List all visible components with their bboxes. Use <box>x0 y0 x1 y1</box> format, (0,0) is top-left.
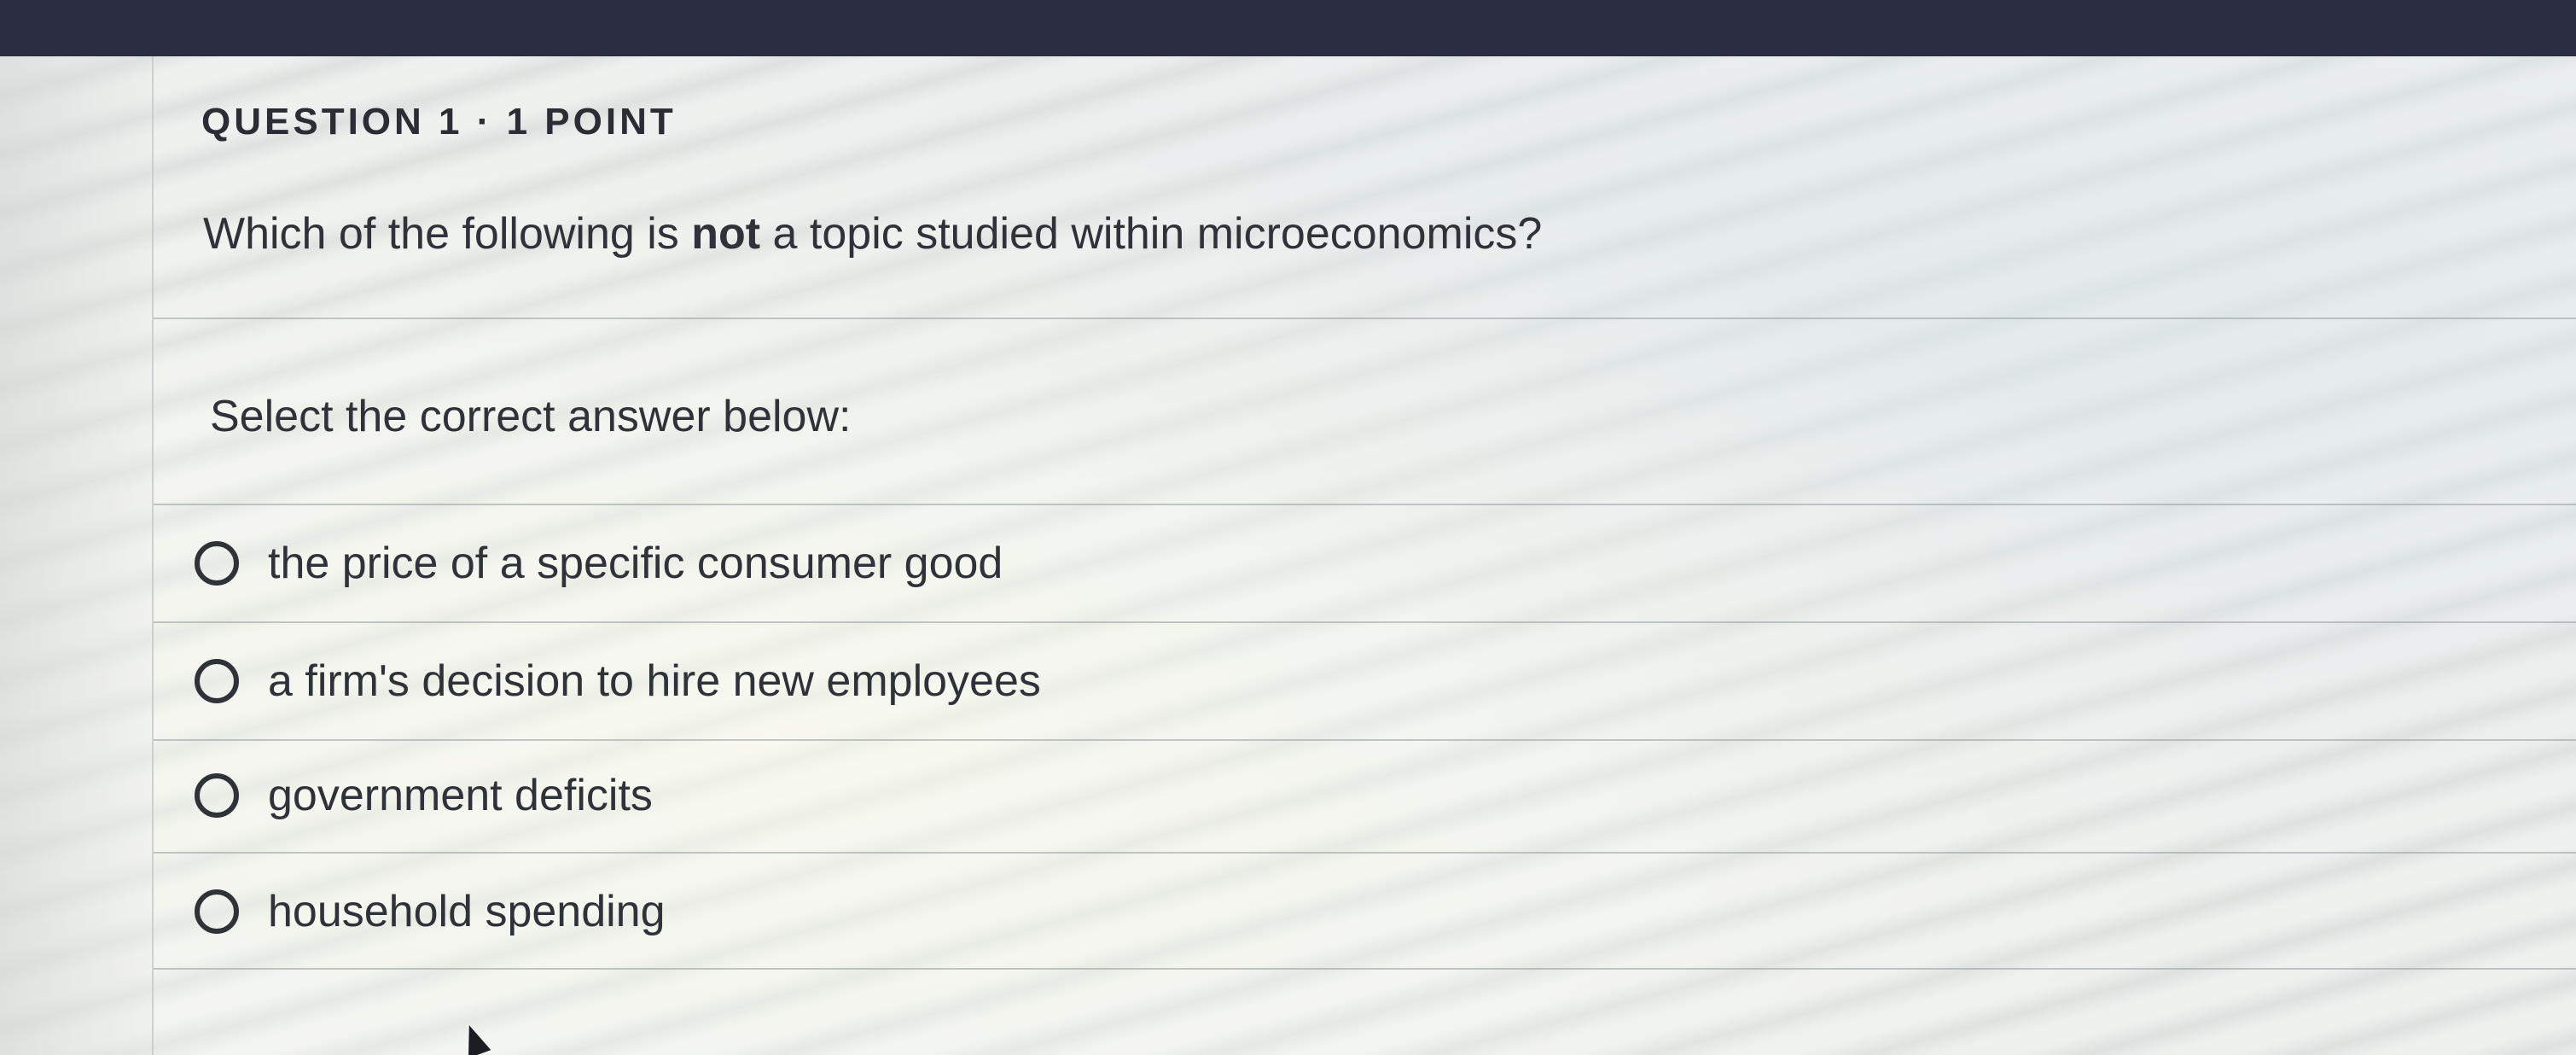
answer-instruction: Select the correct answer below: <box>210 392 852 441</box>
divider <box>154 504 2576 505</box>
radio-button-icon[interactable] <box>195 889 239 934</box>
question-header: QUESTION 1 · 1 POINT <box>201 101 677 143</box>
radio-button-icon[interactable] <box>195 659 239 703</box>
divider <box>154 621 2576 623</box>
radio-button-icon[interactable] <box>195 773 239 818</box>
screen: QUESTION 1 · 1 POINT Which of the follow… <box>0 0 2576 1055</box>
question-text-emphasis: not <box>691 209 761 259</box>
left-margin <box>0 56 154 1055</box>
answer-option-label: government deficits <box>268 771 653 820</box>
answer-option-label: a firm's decision to hire new employees <box>268 656 1041 706</box>
top-bar <box>0 0 2576 56</box>
question-text-start: Which of the following is <box>203 209 692 259</box>
radio-button-icon[interactable] <box>195 541 239 586</box>
question-panel: QUESTION 1 · 1 POINT Which of the follow… <box>154 56 2576 1055</box>
answer-option[interactable]: the price of a specific consumer good <box>171 507 2576 620</box>
divider <box>154 968 2576 970</box>
answer-option[interactable]: a firm's decision to hire new employees <box>171 625 2576 737</box>
answer-option[interactable]: government deficits <box>171 739 2576 852</box>
answer-option-label: the price of a specific consumer good <box>268 539 1003 588</box>
answer-option-label: household spending <box>268 887 666 936</box>
question-text: Which of the following is not a topic st… <box>203 208 1542 259</box>
divider <box>154 318 2576 319</box>
divider <box>154 852 2576 854</box>
question-text-end: a topic studied within microeconomics? <box>760 209 1543 259</box>
answer-option[interactable]: household spending <box>171 855 2576 968</box>
